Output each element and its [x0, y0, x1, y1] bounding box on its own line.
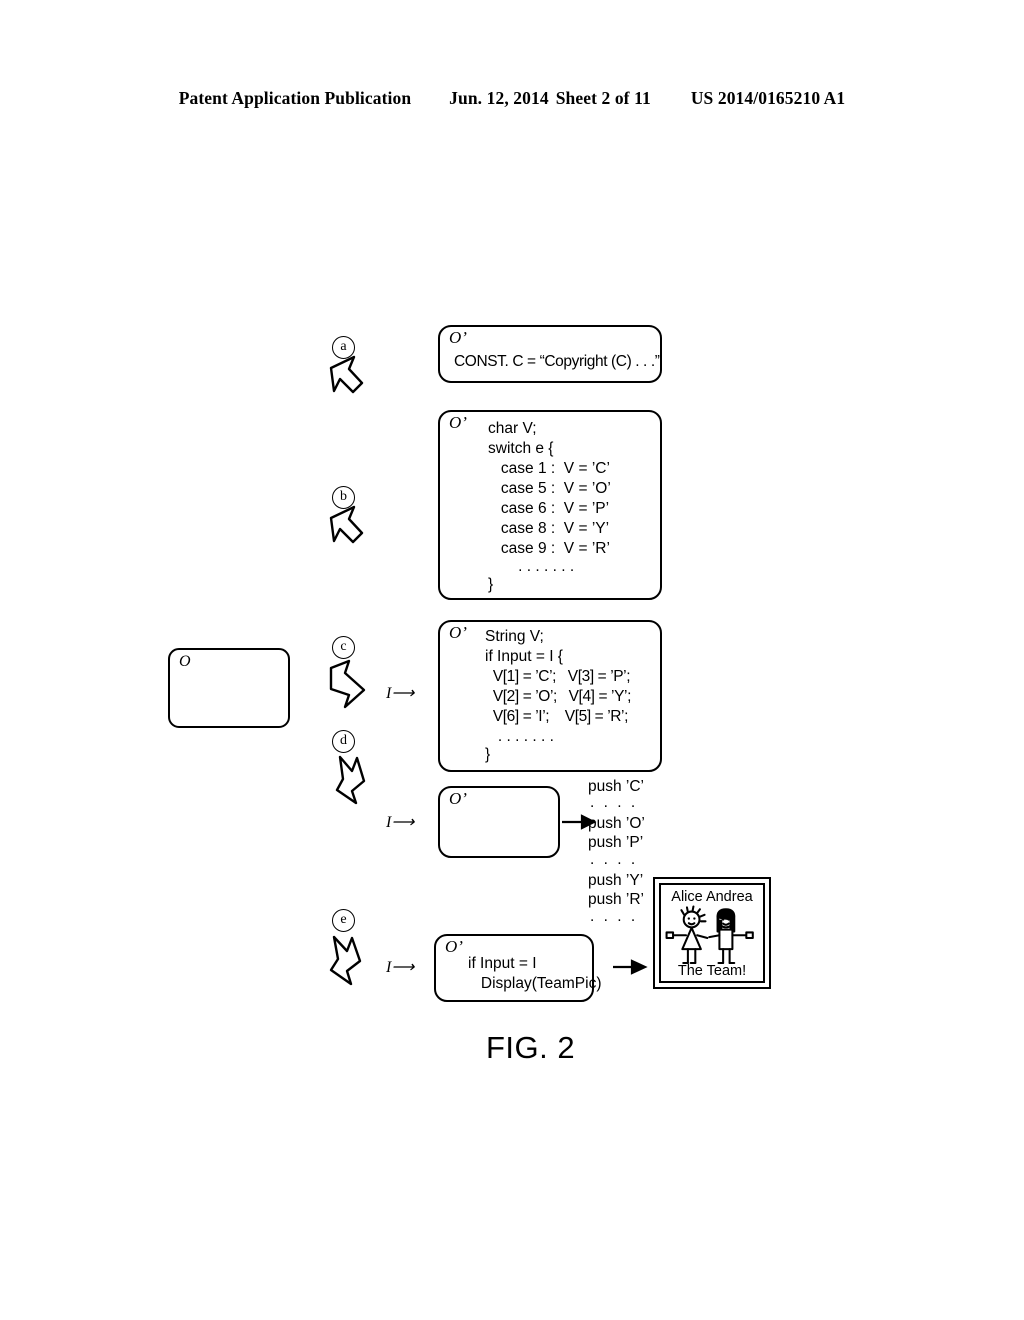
team-caption-label: The Team!	[677, 963, 747, 979]
code-line-c-5: . . . . . . .	[485, 728, 554, 745]
team-picture: Alice Andrea The Team!	[653, 877, 771, 989]
push-line-6: push ’R’	[588, 891, 644, 908]
code-line-c-3: V[2] = ’O’; V[4] = ’Y’;	[485, 688, 632, 705]
obfuscated-label-c: O’	[449, 623, 467, 642]
code-line-c-2: V[1] = ’C’; V[3] = ’P’;	[485, 668, 631, 685]
code-line-c-6: }	[485, 746, 491, 763]
block-arrow-d	[335, 755, 366, 805]
input-marker-d: I⟶	[386, 812, 414, 832]
push-dots-7: . . . .	[590, 908, 638, 925]
input-arrow-glyph: ⟶	[391, 685, 415, 702]
stick-figures-illustration	[665, 905, 754, 965]
push-dots-4: . . . .	[590, 851, 638, 868]
code-box-c: O’ String V; if Input = I { V[1] = ’C’; …	[438, 620, 662, 772]
code-line-b-4: case 6 : V = ’P’	[488, 500, 610, 517]
connector-arrow-e-to-teampic	[613, 959, 648, 975]
obfuscated-label-d: O’	[449, 789, 467, 808]
obfuscated-label-e: O’	[445, 937, 463, 956]
obfuscated-label-a: O’	[449, 328, 467, 347]
code-line-c-4: V[6] = ’I’; V[5] = ’R’;	[485, 708, 629, 725]
original-object-label: O	[179, 653, 191, 670]
code-line-a-0: CONST. C = “Copyright (C) . . .”	[454, 353, 660, 370]
code-line-b-7: . . . . . . .	[488, 558, 575, 575]
step-tag-b: b	[332, 486, 355, 509]
code-line-b-8: }	[488, 576, 494, 593]
code-line-b-0: char V;	[488, 420, 537, 437]
code-box-d: O’	[438, 786, 560, 858]
step-tag-a: a	[332, 336, 355, 359]
step-tag-c: c	[332, 636, 355, 659]
code-line-b-2: case 1 : V = ’C’	[488, 460, 610, 477]
code-box-e: O’ if Input = I Display(TeamPic)	[434, 934, 602, 1002]
step-tag-e: e	[332, 909, 355, 932]
code-line-b-5: case 8 : V = ’Y’	[488, 520, 610, 537]
code-line-e-1: Display(TeamPic)	[468, 975, 602, 992]
team-names-label: Alice Andrea	[671, 889, 753, 905]
push-dots-1: . . . .	[590, 794, 638, 811]
obfuscated-label-b: O’	[449, 413, 467, 432]
team-picture-frame: Alice Andrea The Team!	[659, 883, 765, 983]
figure-caption: FIG. 2	[486, 1030, 576, 1065]
input-marker-c: I⟶	[386, 683, 414, 703]
code-line-c-0: String V;	[485, 628, 544, 645]
input-arrow-glyph: ⟶	[391, 959, 415, 976]
block-arrow-a	[329, 355, 364, 394]
code-line-b-3: case 5 : V = ’O’	[488, 480, 611, 497]
figure-2-diagram: a b c d e O I⟶ I⟶ I⟶ O’ CONST. C = “Copy…	[0, 0, 1024, 1320]
code-box-b: O’ char V; switch e { case 1 : V = ’C’ c…	[438, 410, 662, 600]
code-box-a: O’ CONST. C = “Copyright (C) . . .”	[438, 325, 662, 383]
input-marker-e: I⟶	[386, 957, 414, 977]
block-arrow-c	[329, 659, 366, 709]
code-line-e-0: if Input = I	[468, 955, 537, 972]
push-line-5: push ’Y’	[588, 872, 644, 889]
code-line-b-1: switch e {	[488, 440, 554, 457]
input-arrow-glyph: ⟶	[391, 814, 415, 831]
block-arrow-b	[329, 505, 364, 544]
block-arrow-e	[329, 935, 362, 986]
original-object-box: O	[168, 648, 290, 728]
push-line-3: push ’P’	[588, 834, 644, 851]
push-line-2: push ’O’	[588, 815, 645, 832]
code-line-c-1: if Input = I {	[485, 648, 563, 665]
step-tag-d: d	[332, 730, 355, 753]
